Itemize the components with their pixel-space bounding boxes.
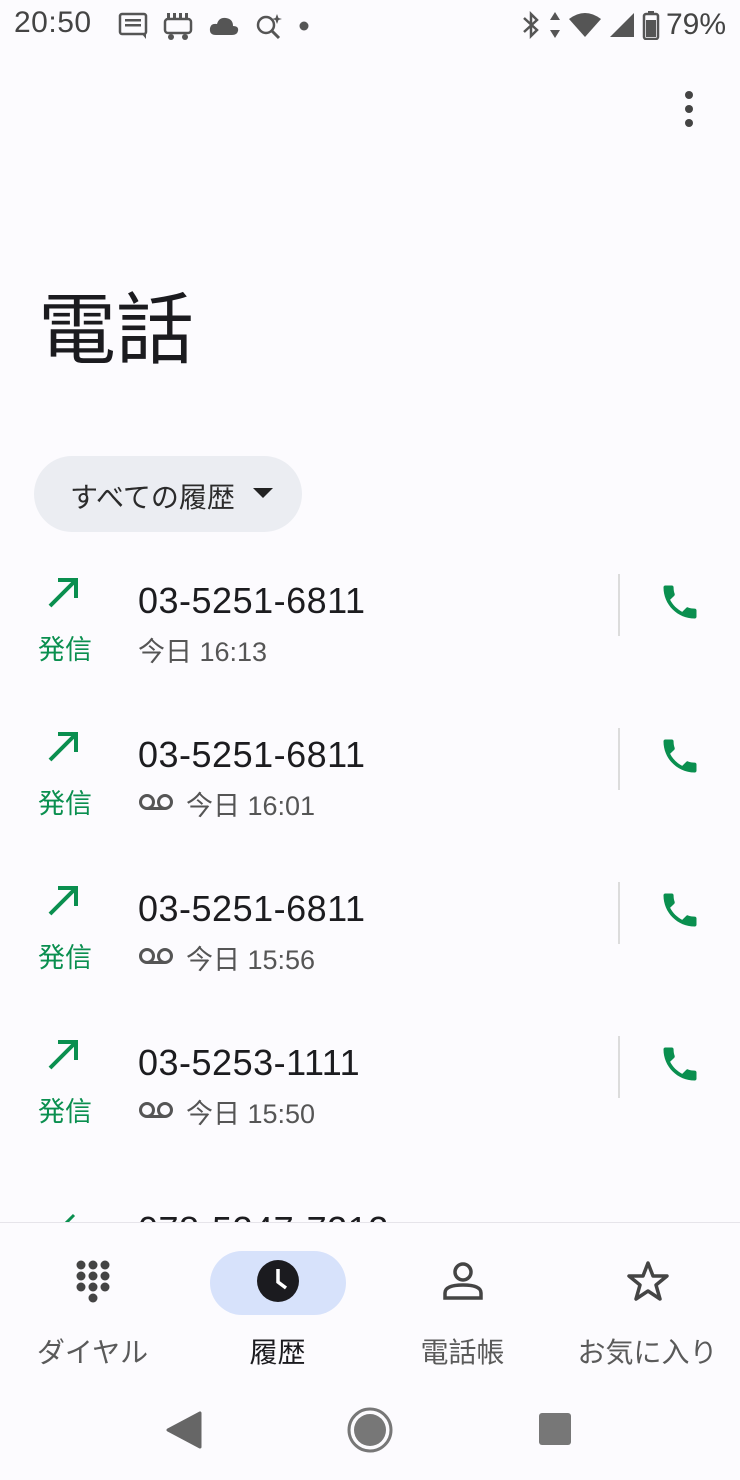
- call-time: 今日 16:13: [138, 637, 268, 667]
- outgoing-call-icon: [46, 1036, 82, 1076]
- star-icon: [626, 1260, 670, 1306]
- call-back-button[interactable]: [650, 728, 710, 788]
- call-history-row[interactable]: 発信 03-5253-1111 今日 15:50: [0, 1022, 740, 1176]
- call-direction-label: 発信: [38, 635, 92, 666]
- call-back-button[interactable]: [650, 1036, 710, 1096]
- voicemail-icon: [138, 942, 174, 973]
- outgoing-call-icon: [62, 1212, 76, 1222]
- call-time: 今日 15:56: [186, 945, 316, 975]
- wifi-icon: [568, 11, 602, 39]
- list-item-partial[interactable]: 078-5347-7212: [0, 1196, 740, 1222]
- voicemail-icon: [138, 788, 174, 819]
- call-meta: 今日 16:01: [138, 784, 315, 823]
- more-vert-icon: [684, 91, 694, 131]
- phone-icon: [658, 1042, 702, 1090]
- call-direction-label: 発信: [38, 1097, 92, 1128]
- message-icon: [118, 12, 148, 40]
- nav-contacts-label: 電話帳: [420, 1336, 505, 1369]
- nav-history-label: 履歴: [249, 1336, 306, 1369]
- call-back-button[interactable]: [650, 882, 710, 942]
- caret-down-icon: [252, 484, 274, 503]
- call-history-row[interactable]: 発信 03-5251-6811 今日 16:13: [0, 560, 740, 714]
- system-back-button[interactable]: [164, 1410, 204, 1454]
- system-home-button[interactable]: [346, 1406, 394, 1458]
- call-meta: 今日 15:50: [138, 1092, 315, 1131]
- nav-favorites-icon-wrap: [580, 1251, 716, 1315]
- dialpad-icon: [75, 1259, 111, 1307]
- row-divider: [618, 574, 620, 636]
- status-icons-left: [118, 10, 310, 42]
- page-title: 電話: [38, 286, 195, 376]
- more-options-button[interactable]: [666, 88, 712, 134]
- row-divider: [618, 882, 620, 944]
- phone-icon: [658, 888, 702, 936]
- call-meta: 今日 16:13: [138, 630, 267, 669]
- recents-icon: [538, 1413, 572, 1450]
- phone-number: 03-5251-6811: [138, 580, 366, 621]
- phone-number: 03-5253-1111: [138, 1042, 361, 1083]
- call-meta: 今日 15:56: [138, 938, 315, 977]
- outgoing-call-icon: [46, 574, 82, 614]
- voicemail-icon: [138, 1096, 174, 1127]
- signal-icon: [608, 11, 636, 39]
- bluetooth-icon: [520, 10, 542, 40]
- person-icon: [442, 1261, 484, 1305]
- row-divider: [618, 728, 620, 790]
- system-navigation-bar: [0, 1384, 740, 1480]
- call-back-button[interactable]: [650, 574, 710, 634]
- status-icons-right: 79%: [520, 8, 726, 42]
- dot-icon: [298, 20, 310, 32]
- nav-dialpad-icon-wrap: [25, 1251, 161, 1315]
- call-history-row[interactable]: 発信 03-5251-6811 今日 15:56: [0, 868, 740, 1022]
- outgoing-call-icon: [46, 882, 82, 922]
- phone-icon: [658, 580, 702, 628]
- call-time: 今日 16:01: [186, 791, 316, 821]
- bottom-navigation: ダイヤル 履歴 電話帳 お気に入り: [0, 1222, 740, 1385]
- history-filter-dropdown[interactable]: すべての履歴: [34, 456, 302, 532]
- home-icon: [346, 1407, 394, 1458]
- nav-dialpad-label: ダイヤル: [36, 1336, 149, 1369]
- row-divider: [618, 1036, 620, 1098]
- train-icon: [162, 11, 194, 41]
- phone-icon: [658, 734, 702, 782]
- call-direction-label: 発信: [38, 789, 92, 820]
- assistant-icon: [254, 11, 284, 41]
- system-recents-button[interactable]: [538, 1412, 572, 1450]
- status-bar: 20:50 79%: [0, 0, 740, 52]
- data-arrows-icon: [548, 10, 562, 40]
- nav-favorites-label: お気に入り: [577, 1336, 718, 1369]
- nav-contacts[interactable]: 電話帳: [370, 1223, 555, 1385]
- phone-number: 03-5251-6811: [138, 888, 366, 929]
- battery-icon: [642, 10, 660, 40]
- outgoing-call-icon: [46, 728, 82, 768]
- nav-favorites[interactable]: お気に入り: [555, 1223, 740, 1385]
- nav-history[interactable]: 履歴: [185, 1223, 370, 1385]
- nav-dialpad[interactable]: ダイヤル: [0, 1223, 185, 1385]
- nav-contacts-icon-wrap: [395, 1251, 531, 1315]
- cloud-icon: [208, 15, 240, 37]
- partial-number: 078-5347-7212: [138, 1209, 389, 1222]
- filter-label: すべての履歴: [70, 481, 235, 514]
- call-direction-label: 発信: [38, 943, 92, 974]
- call-time: 今日 15:50: [186, 1099, 316, 1129]
- back-icon: [164, 1411, 204, 1454]
- status-time: 20:50: [14, 6, 92, 39]
- battery-percent: 79%: [665, 8, 726, 41]
- call-history-row[interactable]: 発信 03-5251-6811 今日 16:01: [0, 714, 740, 868]
- clock-icon: [256, 1259, 300, 1307]
- phone-number: 03-5251-6811: [138, 734, 366, 775]
- nav-history-icon-wrap: [209, 1251, 346, 1315]
